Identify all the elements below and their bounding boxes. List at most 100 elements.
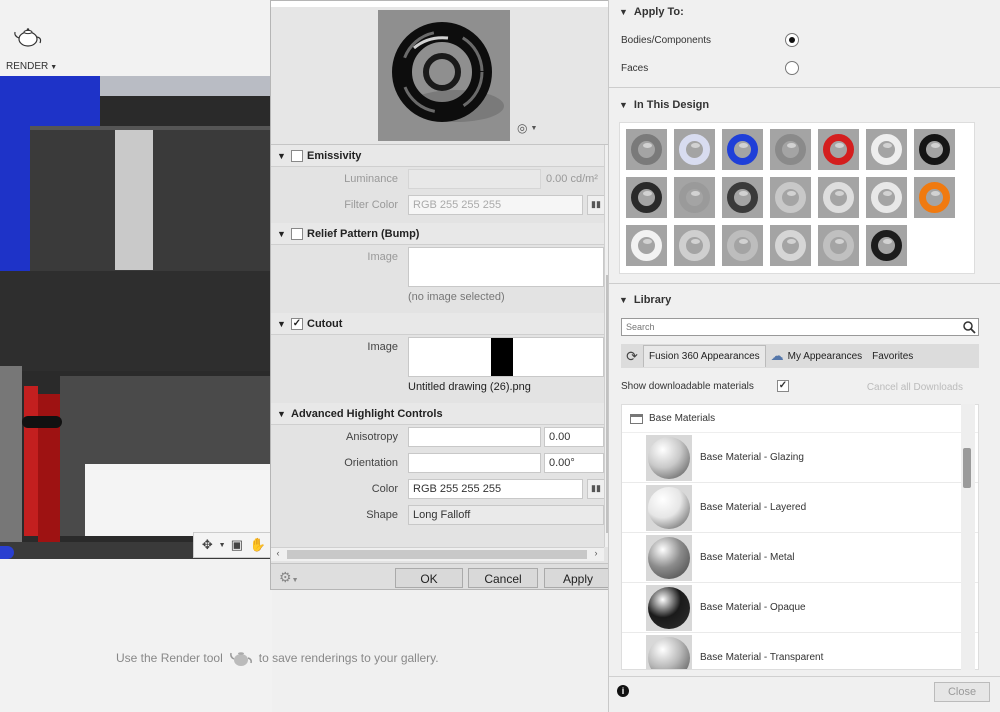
search-input[interactable]: Search <box>621 318 979 336</box>
teapot-render-icon[interactable] <box>12 26 44 48</box>
cutout-image-thumbnail <box>491 338 513 376</box>
cutout-image-slot[interactable] <box>408 337 604 377</box>
appearance-swatch[interactable] <box>866 177 907 218</box>
material-row[interactable]: Base Material - Transparent <box>622 633 978 669</box>
refresh-icon[interactable]: ⟳ <box>621 348 643 365</box>
bodies-components-option[interactable]: Bodies/Components <box>621 33 799 47</box>
cutout-checkbox[interactable]: ✓ <box>291 317 303 330</box>
section-apply-to[interactable]: ▼ Apply To: <box>609 1 1000 23</box>
scroll-left-icon[interactable]: ‹ <box>271 548 285 562</box>
appearance-swatch[interactable] <box>818 177 859 218</box>
preview-scene-icon: ◎ <box>517 121 528 135</box>
appearance-swatch[interactable] <box>770 225 811 266</box>
search-icon[interactable] <box>962 320 976 334</box>
ok-button[interactable]: OK <box>395 568 463 588</box>
appearance-swatch[interactable] <box>866 129 907 170</box>
relief-image-label: Image <box>367 251 398 263</box>
bodies-components-radio[interactable] <box>785 33 799 47</box>
appearance-swatch[interactable] <box>674 177 715 218</box>
editor-horizontal-scrollbar[interactable]: ‹ › <box>271 547 604 561</box>
anisotropy-value-field[interactable]: 0.00 <box>544 427 604 447</box>
render-menu[interactable]: RENDER ▼ <box>6 61 57 72</box>
orientation-value-field[interactable]: 0.00° <box>544 453 604 473</box>
editor-settings-menu[interactable]: ⚙▼ <box>279 569 299 586</box>
sphere-preview-icon <box>648 486 690 529</box>
info-icon[interactable]: i <box>617 685 629 697</box>
sphere-preview-icon <box>648 436 690 479</box>
appearance-swatch[interactable] <box>914 177 955 218</box>
tab-my-appearances[interactable]: ☁ My Appearances <box>766 343 868 369</box>
caret-down-icon[interactable]: ▼ <box>219 536 226 554</box>
collapse-triangle-icon[interactable]: ▼ <box>277 319 287 329</box>
tab-fusion-360-appearances[interactable]: Fusion 360 Appearances <box>643 345 766 367</box>
emissivity-checkbox[interactable] <box>291 149 303 162</box>
appearance-swatch[interactable] <box>722 177 763 218</box>
appearance-swatch[interactable] <box>914 129 955 170</box>
appearance-swatch[interactable] <box>722 225 763 266</box>
collapse-triangle-icon[interactable]: ▼ <box>277 151 287 161</box>
appearance-swatch[interactable] <box>626 129 667 170</box>
material-thumbnail <box>646 584 692 631</box>
scene-light-stripe <box>115 130 153 270</box>
apply-button[interactable]: Apply <box>544 568 612 588</box>
relief-image-slot[interactable] <box>408 247 604 287</box>
section-cutout[interactable]: ▼ ✓ Cutout <box>271 313 604 335</box>
close-button[interactable]: Close <box>934 682 990 702</box>
properties-scroll-area[interactable]: ▼ Emissivity Luminance 0.00 cd/m² Filter… <box>271 145 604 547</box>
collapse-triangle-icon[interactable]: ▼ <box>277 229 287 239</box>
appearance-swatch[interactable] <box>866 225 907 266</box>
appearance-swatch[interactable] <box>770 129 811 170</box>
appearance-swatch[interactable] <box>818 225 859 266</box>
folder-base-materials[interactable]: Base Materials <box>622 405 978 433</box>
orbit-icon[interactable]: ✥ <box>198 536 216 554</box>
show-downloadable-checkbox[interactable]: ✓ <box>777 380 789 392</box>
scrollbar-thumb[interactable] <box>963 448 971 488</box>
orientation-slider-field[interactable] <box>408 453 541 473</box>
anisotropy-row: Anisotropy 0.00 <box>271 425 604 451</box>
tab-my-appearances-label: My Appearances <box>787 350 863 362</box>
section-library[interactable]: ▼ Library <box>609 289 1000 311</box>
section-in-this-design[interactable]: ▼ In This Design <box>609 94 1000 116</box>
appearance-swatch[interactable] <box>626 225 667 266</box>
material-row[interactable]: Base Material - Metal <box>622 533 978 583</box>
render-viewport[interactable] <box>0 76 272 559</box>
torus-preview-icon <box>727 182 758 213</box>
material-row[interactable]: Base Material - Glazing <box>622 433 978 483</box>
tab-favorites[interactable]: Favorites <box>867 346 918 367</box>
scroll-right-icon[interactable]: › <box>589 548 603 562</box>
library-material-list[interactable]: Base Materials Base Material - Glazing Ba… <box>621 404 979 670</box>
material-row[interactable]: Base Material - Opaque <box>622 583 978 633</box>
collapse-triangle-icon[interactable]: ▼ <box>619 100 628 110</box>
preview-settings-menu[interactable]: ◎ ▼ <box>517 121 537 135</box>
cutout-image-label: Image <box>367 341 398 353</box>
library-scrollbar[interactable] <box>961 404 975 670</box>
torus-preview-icon <box>775 230 806 261</box>
design-appearances-grid <box>619 122 975 274</box>
section-advanced-highlight[interactable]: ▼ Advanced Highlight Controls <box>271 403 604 425</box>
cancel-button[interactable]: Cancel <box>468 568 538 588</box>
collapse-triangle-icon[interactable]: ▼ <box>619 295 628 305</box>
collapse-triangle-icon[interactable]: ▼ <box>277 409 287 419</box>
highlight-color-picker-button[interactable]: ▮▮ <box>587 479 604 499</box>
appearance-swatch[interactable] <box>770 177 811 218</box>
pan-hand-icon[interactable]: ✋ <box>249 536 267 554</box>
appearance-swatch[interactable] <box>818 129 859 170</box>
collapse-triangle-icon[interactable]: ▼ <box>619 7 628 17</box>
scrollbar-thumb[interactable] <box>287 550 587 559</box>
anisotropy-slider-field[interactable] <box>408 427 541 447</box>
appearance-swatch[interactable] <box>674 225 715 266</box>
camera-icon[interactable]: ▣ <box>228 536 246 554</box>
relief-image-row: Image (no image selected) <box>271 245 604 311</box>
section-relief[interactable]: ▼ Relief Pattern (Bump) <box>271 223 604 245</box>
section-emissivity[interactable]: ▼ Emissivity <box>271 145 604 167</box>
appearance-swatch[interactable] <box>722 129 763 170</box>
shape-dropdown[interactable]: Long Falloff <box>408 505 604 525</box>
relief-checkbox[interactable] <box>291 227 303 240</box>
faces-option[interactable]: Faces <box>621 61 799 75</box>
faces-radio[interactable] <box>785 61 799 75</box>
highlight-color-field[interactable]: RGB 255 255 255 <box>408 479 583 499</box>
appearance-swatch[interactable] <box>626 177 667 218</box>
appearance-swatch[interactable] <box>674 129 715 170</box>
material-row[interactable]: Base Material - Layered <box>622 483 978 533</box>
cancel-all-downloads-link[interactable]: Cancel all Downloads <box>867 382 963 393</box>
